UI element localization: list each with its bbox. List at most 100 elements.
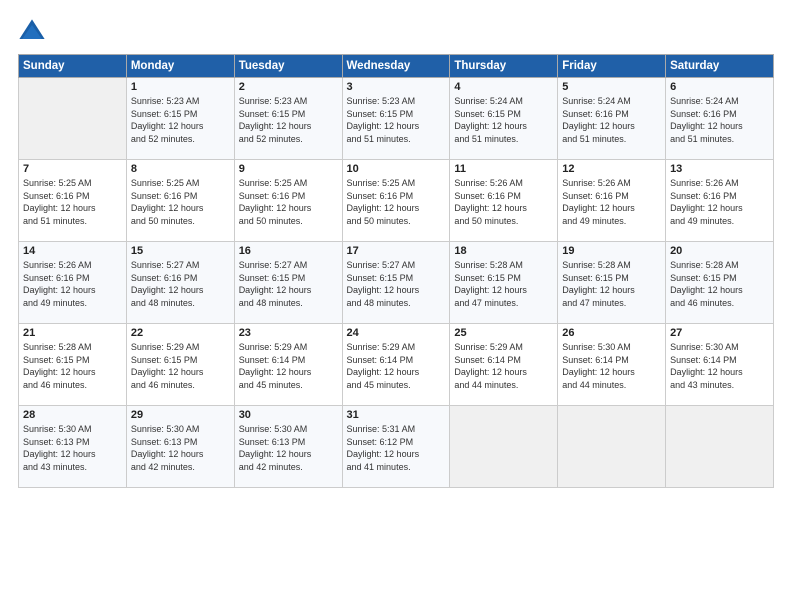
calendar-cell: 26 Sunrise: 5:30 AM Sunset: 6:14 PM Dayli… [558, 324, 666, 406]
day-number: 14 [23, 245, 122, 257]
day-number: 19 [562, 245, 661, 257]
day-number: 26 [562, 327, 661, 339]
calendar-cell: 17 Sunrise: 5:27 AM Sunset: 6:15 PM Dayli… [342, 242, 450, 324]
day-info: Sunrise: 5:29 AM Sunset: 6:14 PM Dayligh… [454, 341, 553, 391]
day-number: 27 [670, 327, 769, 339]
day-info: Sunrise: 5:26 AM Sunset: 6:16 PM Dayligh… [23, 259, 122, 309]
calendar-cell: 4 Sunrise: 5:24 AM Sunset: 6:15 PM Daylig… [450, 78, 558, 160]
header [18, 18, 774, 46]
calendar-cell: 31 Sunrise: 5:31 AM Sunset: 6:12 PM Dayli… [342, 406, 450, 488]
day-info: Sunrise: 5:28 AM Sunset: 6:15 PM Dayligh… [23, 341, 122, 391]
calendar-cell: 11 Sunrise: 5:26 AM Sunset: 6:16 PM Dayli… [450, 160, 558, 242]
day-number: 11 [454, 163, 553, 175]
calendar-cell: 2Sunrise: 5:23 AM Sunset: 6:15 PM Daylig… [234, 78, 342, 160]
calendar-cell: 10 Sunrise: 5:25 AM Sunset: 6:16 PM Dayli… [342, 160, 450, 242]
day-info: Sunrise: 5:30 AM Sunset: 6:14 PM Dayligh… [670, 341, 769, 391]
week-row-4: 28Sunrise: 5:30 AM Sunset: 6:13 PM Dayli… [19, 406, 774, 488]
calendar-cell: 8Sunrise: 5:25 AM Sunset: 6:16 PM Daylig… [126, 160, 234, 242]
calendar-cell [666, 406, 774, 488]
day-info: Sunrise: 5:31 AM Sunset: 6:12 PM Dayligh… [347, 423, 446, 473]
day-number: 22 [131, 327, 230, 339]
day-info: Sunrise: 5:30 AM Sunset: 6:13 PM Dayligh… [239, 423, 338, 473]
col-header-tuesday: Tuesday [234, 55, 342, 78]
calendar-cell: 5Sunrise: 5:24 AM Sunset: 6:16 PM Daylig… [558, 78, 666, 160]
calendar-table: SundayMondayTuesdayWednesdayThursdayFrid… [18, 54, 774, 488]
calendar-cell: 9 Sunrise: 5:25 AM Sunset: 6:16 PM Daylig… [234, 160, 342, 242]
day-info: Sunrise: 5:27 AM Sunset: 6:15 PM Dayligh… [347, 259, 446, 309]
day-number: 18 [454, 245, 553, 257]
week-row-3: 21 Sunrise: 5:28 AM Sunset: 6:15 PM Dayli… [19, 324, 774, 406]
day-number: 15 [131, 245, 230, 257]
day-info: Sunrise: 5:28 AM Sunset: 6:15 PM Dayligh… [454, 259, 553, 309]
day-info: Sunrise: 5:30 AM Sunset: 6:13 PM Dayligh… [131, 423, 230, 473]
calendar-cell: 1 Sunrise: 5:23 AM Sunset: 6:15 PM Daylig… [126, 78, 234, 160]
calendar-cell [558, 406, 666, 488]
calendar-cell: 3 Sunrise: 5:23 AM Sunset: 6:15 PM Daylig… [342, 78, 450, 160]
calendar-cell: 20Sunrise: 5:28 AM Sunset: 6:15 PM Dayli… [666, 242, 774, 324]
calendar-cell: 13Sunrise: 5:26 AM Sunset: 6:16 PM Dayli… [666, 160, 774, 242]
calendar-cell: 27 Sunrise: 5:30 AM Sunset: 6:14 PM Dayli… [666, 324, 774, 406]
day-info: Sunrise: 5:30 AM Sunset: 6:14 PM Dayligh… [562, 341, 661, 391]
week-row-0: 1 Sunrise: 5:23 AM Sunset: 6:15 PM Daylig… [19, 78, 774, 160]
day-number: 21 [23, 327, 122, 339]
day-number: 30 [239, 409, 338, 421]
day-number: 10 [347, 163, 446, 175]
day-number: 7 [23, 163, 122, 175]
col-header-saturday: Saturday [666, 55, 774, 78]
day-info: Sunrise: 5:27 AM Sunset: 6:16 PM Dayligh… [131, 259, 230, 309]
logo-icon [18, 18, 46, 46]
calendar-cell [450, 406, 558, 488]
day-info: Sunrise: 5:25 AM Sunset: 6:16 PM Dayligh… [23, 177, 122, 227]
day-info: Sunrise: 5:29 AM Sunset: 6:15 PM Dayligh… [131, 341, 230, 391]
week-row-1: 7 Sunrise: 5:25 AM Sunset: 6:16 PM Daylig… [19, 160, 774, 242]
day-number: 17 [347, 245, 446, 257]
calendar-cell: 14 Sunrise: 5:26 AM Sunset: 6:16 PM Dayli… [19, 242, 127, 324]
day-number: 12 [562, 163, 661, 175]
col-header-wednesday: Wednesday [342, 55, 450, 78]
calendar-cell: 16 Sunrise: 5:27 AM Sunset: 6:15 PM Dayli… [234, 242, 342, 324]
calendar-cell: 29 Sunrise: 5:30 AM Sunset: 6:13 PM Dayli… [126, 406, 234, 488]
day-info: Sunrise: 5:29 AM Sunset: 6:14 PM Dayligh… [239, 341, 338, 391]
day-number: 4 [454, 81, 553, 93]
day-info: Sunrise: 5:26 AM Sunset: 6:16 PM Dayligh… [454, 177, 553, 227]
calendar-cell: 30 Sunrise: 5:30 AM Sunset: 6:13 PM Dayli… [234, 406, 342, 488]
col-header-monday: Monday [126, 55, 234, 78]
calendar-cell: 23 Sunrise: 5:29 AM Sunset: 6:14 PM Dayli… [234, 324, 342, 406]
day-info: Sunrise: 5:23 AM Sunset: 6:15 PM Dayligh… [131, 95, 230, 145]
calendar-cell: 22 Sunrise: 5:29 AM Sunset: 6:15 PM Dayli… [126, 324, 234, 406]
day-info: Sunrise: 5:23 AM Sunset: 6:15 PM Dayligh… [239, 95, 338, 145]
day-number: 1 [131, 81, 230, 93]
week-row-2: 14 Sunrise: 5:26 AM Sunset: 6:16 PM Dayli… [19, 242, 774, 324]
col-header-thursday: Thursday [450, 55, 558, 78]
day-info: Sunrise: 5:25 AM Sunset: 6:16 PM Dayligh… [239, 177, 338, 227]
col-header-friday: Friday [558, 55, 666, 78]
calendar-cell: 6Sunrise: 5:24 AM Sunset: 6:16 PM Daylig… [666, 78, 774, 160]
calendar-cell [19, 78, 127, 160]
day-info: Sunrise: 5:23 AM Sunset: 6:15 PM Dayligh… [347, 95, 446, 145]
day-info: Sunrise: 5:30 AM Sunset: 6:13 PM Dayligh… [23, 423, 122, 473]
day-info: Sunrise: 5:27 AM Sunset: 6:15 PM Dayligh… [239, 259, 338, 309]
day-number: 24 [347, 327, 446, 339]
day-number: 5 [562, 81, 661, 93]
day-info: Sunrise: 5:26 AM Sunset: 6:16 PM Dayligh… [562, 177, 661, 227]
day-number: 29 [131, 409, 230, 421]
day-info: Sunrise: 5:25 AM Sunset: 6:16 PM Dayligh… [131, 177, 230, 227]
day-info: Sunrise: 5:24 AM Sunset: 6:16 PM Dayligh… [670, 95, 769, 145]
calendar-cell: 19Sunrise: 5:28 AM Sunset: 6:15 PM Dayli… [558, 242, 666, 324]
day-info: Sunrise: 5:24 AM Sunset: 6:15 PM Dayligh… [454, 95, 553, 145]
day-info: Sunrise: 5:25 AM Sunset: 6:16 PM Dayligh… [347, 177, 446, 227]
day-number: 31 [347, 409, 446, 421]
day-number: 16 [239, 245, 338, 257]
logo [18, 18, 50, 46]
calendar-cell: 21 Sunrise: 5:28 AM Sunset: 6:15 PM Dayli… [19, 324, 127, 406]
day-info: Sunrise: 5:26 AM Sunset: 6:16 PM Dayligh… [670, 177, 769, 227]
calendar-cell: 12 Sunrise: 5:26 AM Sunset: 6:16 PM Dayli… [558, 160, 666, 242]
day-number: 23 [239, 327, 338, 339]
day-number: 9 [239, 163, 338, 175]
col-header-sunday: Sunday [19, 55, 127, 78]
day-number: 3 [347, 81, 446, 93]
calendar-cell: 28Sunrise: 5:30 AM Sunset: 6:13 PM Dayli… [19, 406, 127, 488]
day-number: 20 [670, 245, 769, 257]
calendar-cell: 15 Sunrise: 5:27 AM Sunset: 6:16 PM Dayli… [126, 242, 234, 324]
calendar-cell: 7 Sunrise: 5:25 AM Sunset: 6:16 PM Daylig… [19, 160, 127, 242]
